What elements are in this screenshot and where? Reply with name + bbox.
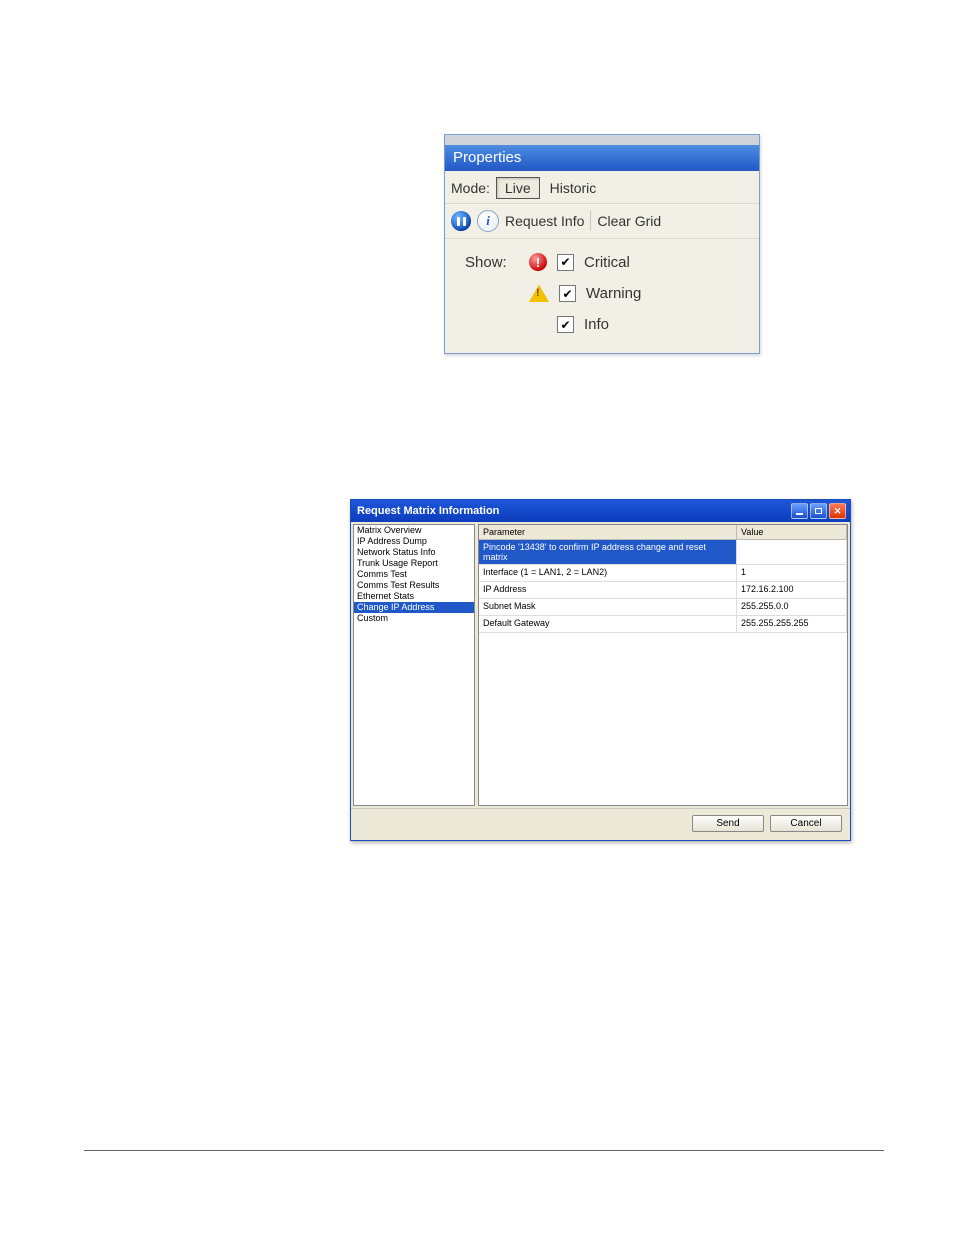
critical-checkbox[interactable]: ✔ xyxy=(557,254,574,271)
cell-value[interactable]: 255.255.0.0 xyxy=(737,599,847,616)
request-info-button[interactable]: Request Info xyxy=(505,213,584,229)
maximize-icon[interactable] xyxy=(810,503,827,519)
info-checkbox[interactable]: ✔ xyxy=(557,316,574,333)
properties-panel: Properties Mode: Live Historic i Request… xyxy=(444,134,760,354)
grid-row-default-gateway[interactable]: Default Gateway 255.255.255.255 xyxy=(479,616,847,633)
cell-value[interactable]: 255.255.255.255 xyxy=(737,616,847,633)
grid-row-subnet-mask[interactable]: Subnet Mask 255.255.0.0 xyxy=(479,599,847,616)
properties-title: Properties xyxy=(445,145,759,171)
cancel-button[interactable]: Cancel xyxy=(770,815,842,832)
sidebar-item-matrix-overview[interactable]: Matrix Overview xyxy=(354,525,474,536)
cell-param: Default Gateway xyxy=(479,616,737,633)
col-value[interactable]: Value xyxy=(737,525,847,540)
mode-label: Mode: xyxy=(451,180,490,196)
dialog-footer: Send Cancel xyxy=(351,808,850,840)
cell-param: Interface (1 = LAN1, 2 = LAN2) xyxy=(479,565,737,582)
info-label: Info xyxy=(584,316,609,333)
mode-row: Mode: Live Historic xyxy=(445,171,759,204)
grid-row-pincode[interactable]: Pincode '13438' to confirm IP address ch… xyxy=(479,540,847,565)
sidebar-item-comms-test[interactable]: Comms Test xyxy=(354,569,474,580)
dialog-title-text: Request Matrix Information xyxy=(357,505,499,517)
critical-icon: ! xyxy=(529,253,547,271)
grid-row-interface[interactable]: Interface (1 = LAN1, 2 = LAN2) 1 xyxy=(479,565,847,582)
grid-header: Parameter Value xyxy=(479,525,847,540)
sidebar-item-change-ip-address[interactable]: Change IP Address xyxy=(354,602,474,613)
cell-value[interactable] xyxy=(737,540,847,565)
warning-label: Warning xyxy=(586,285,641,302)
mode-live-button[interactable]: Live xyxy=(496,177,540,199)
cell-param: Subnet Mask xyxy=(479,599,737,616)
cell-value[interactable]: 1 xyxy=(737,565,847,582)
request-matrix-info-dialog: Request Matrix Information Matrix Overvi… xyxy=(350,499,851,841)
filter-section: Show: ! ✔ Critical ✔ Warning ✔ Info xyxy=(445,239,759,353)
col-parameter[interactable]: Parameter xyxy=(479,525,737,540)
close-icon[interactable] xyxy=(829,503,846,519)
sidebar-item-comms-test-results[interactable]: Comms Test Results xyxy=(354,580,474,591)
panel-top-strip xyxy=(445,135,759,145)
minimize-icon[interactable] xyxy=(791,503,808,519)
cell-value[interactable]: 172.16.2.100 xyxy=(737,582,847,599)
dialog-titlebar[interactable]: Request Matrix Information xyxy=(351,500,850,522)
mode-historic-button[interactable]: Historic xyxy=(542,178,605,198)
page-footer-rule xyxy=(84,1150,884,1151)
cell-param: IP Address xyxy=(479,582,737,599)
sidebar-item-trunk-usage-report[interactable]: Trunk Usage Report xyxy=(354,558,474,569)
clear-grid-button[interactable]: Clear Grid xyxy=(597,213,661,229)
warning-icon xyxy=(529,285,549,302)
pause-icon[interactable] xyxy=(451,211,471,231)
info-icon[interactable]: i xyxy=(477,210,499,232)
critical-label: Critical xyxy=(584,254,630,271)
toolbar-row: i Request Info Clear Grid xyxy=(445,204,759,239)
toolbar-separator xyxy=(590,211,591,231)
dialog-sidebar: Matrix Overview IP Address Dump Network … xyxy=(353,524,475,806)
show-label: Show: xyxy=(465,254,519,271)
cell-param: Pincode '13438' to confirm IP address ch… xyxy=(479,540,737,565)
warning-checkbox[interactable]: ✔ xyxy=(559,285,576,302)
parameter-grid: Parameter Value Pincode '13438' to confi… xyxy=(478,524,848,806)
sidebar-item-network-status-info[interactable]: Network Status Info xyxy=(354,547,474,558)
send-button[interactable]: Send xyxy=(692,815,764,832)
sidebar-item-ip-address-dump[interactable]: IP Address Dump xyxy=(354,536,474,547)
sidebar-item-custom[interactable]: Custom xyxy=(354,613,474,624)
sidebar-item-ethernet-stats[interactable]: Ethernet Stats xyxy=(354,591,474,602)
grid-row-ip-address[interactable]: IP Address 172.16.2.100 xyxy=(479,582,847,599)
